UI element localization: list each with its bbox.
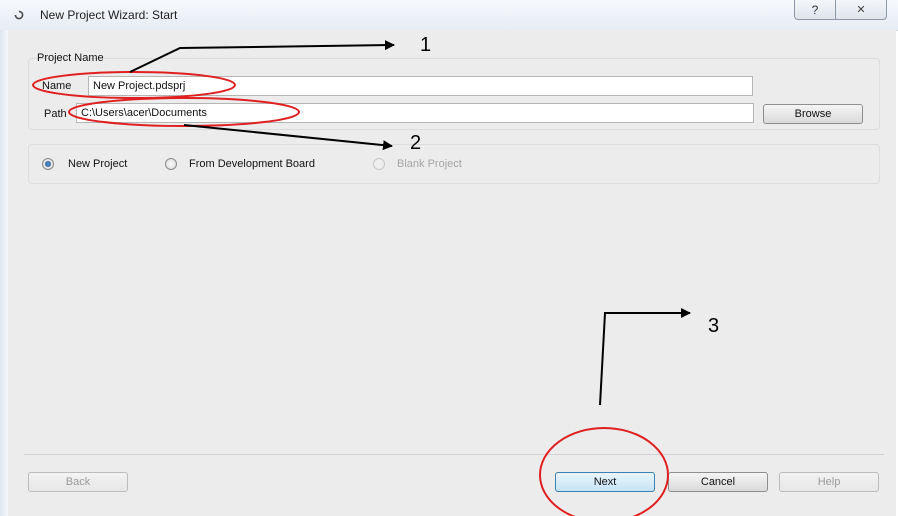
name-field[interactable]: New Project.pdsprj [88,76,753,96]
radio-new-project-label: New Project [68,158,128,170]
name-label: Name [42,80,72,92]
question-icon: ? [811,2,819,17]
back-button[interactable]: Back [28,472,128,492]
path-label: Path [44,108,67,120]
close-button[interactable]: ✕ [835,0,887,20]
project-name-group-title: Project Name [37,52,104,64]
app-icon [14,10,24,20]
path-field[interactable]: C:\Users\acer\Documents [76,103,754,123]
title-bar: New Project Wizard: Start ? ✕ [0,0,898,31]
next-button[interactable]: Next [555,472,655,492]
footer-separator [24,454,884,455]
cancel-button[interactable]: Cancel [668,472,768,492]
annotation-marker-1: 1 [420,34,432,56]
radio-blank-project-label: Blank Project [397,158,462,170]
radio-development-board[interactable] [165,158,177,170]
window-border [0,30,8,516]
help-title-button[interactable]: ? [794,0,836,20]
annotation-marker-2: 2 [410,132,422,154]
radio-development-board-label: From Development Board [189,158,315,170]
radio-new-project[interactable] [42,158,54,170]
annotation-marker-3: 3 [708,315,720,337]
close-icon: ✕ [856,4,866,16]
radio-blank-project [373,158,385,170]
help-button[interactable]: Help [779,472,879,492]
window-title: New Project Wizard: Start [40,8,178,22]
browse-button[interactable]: Browse [763,104,863,124]
